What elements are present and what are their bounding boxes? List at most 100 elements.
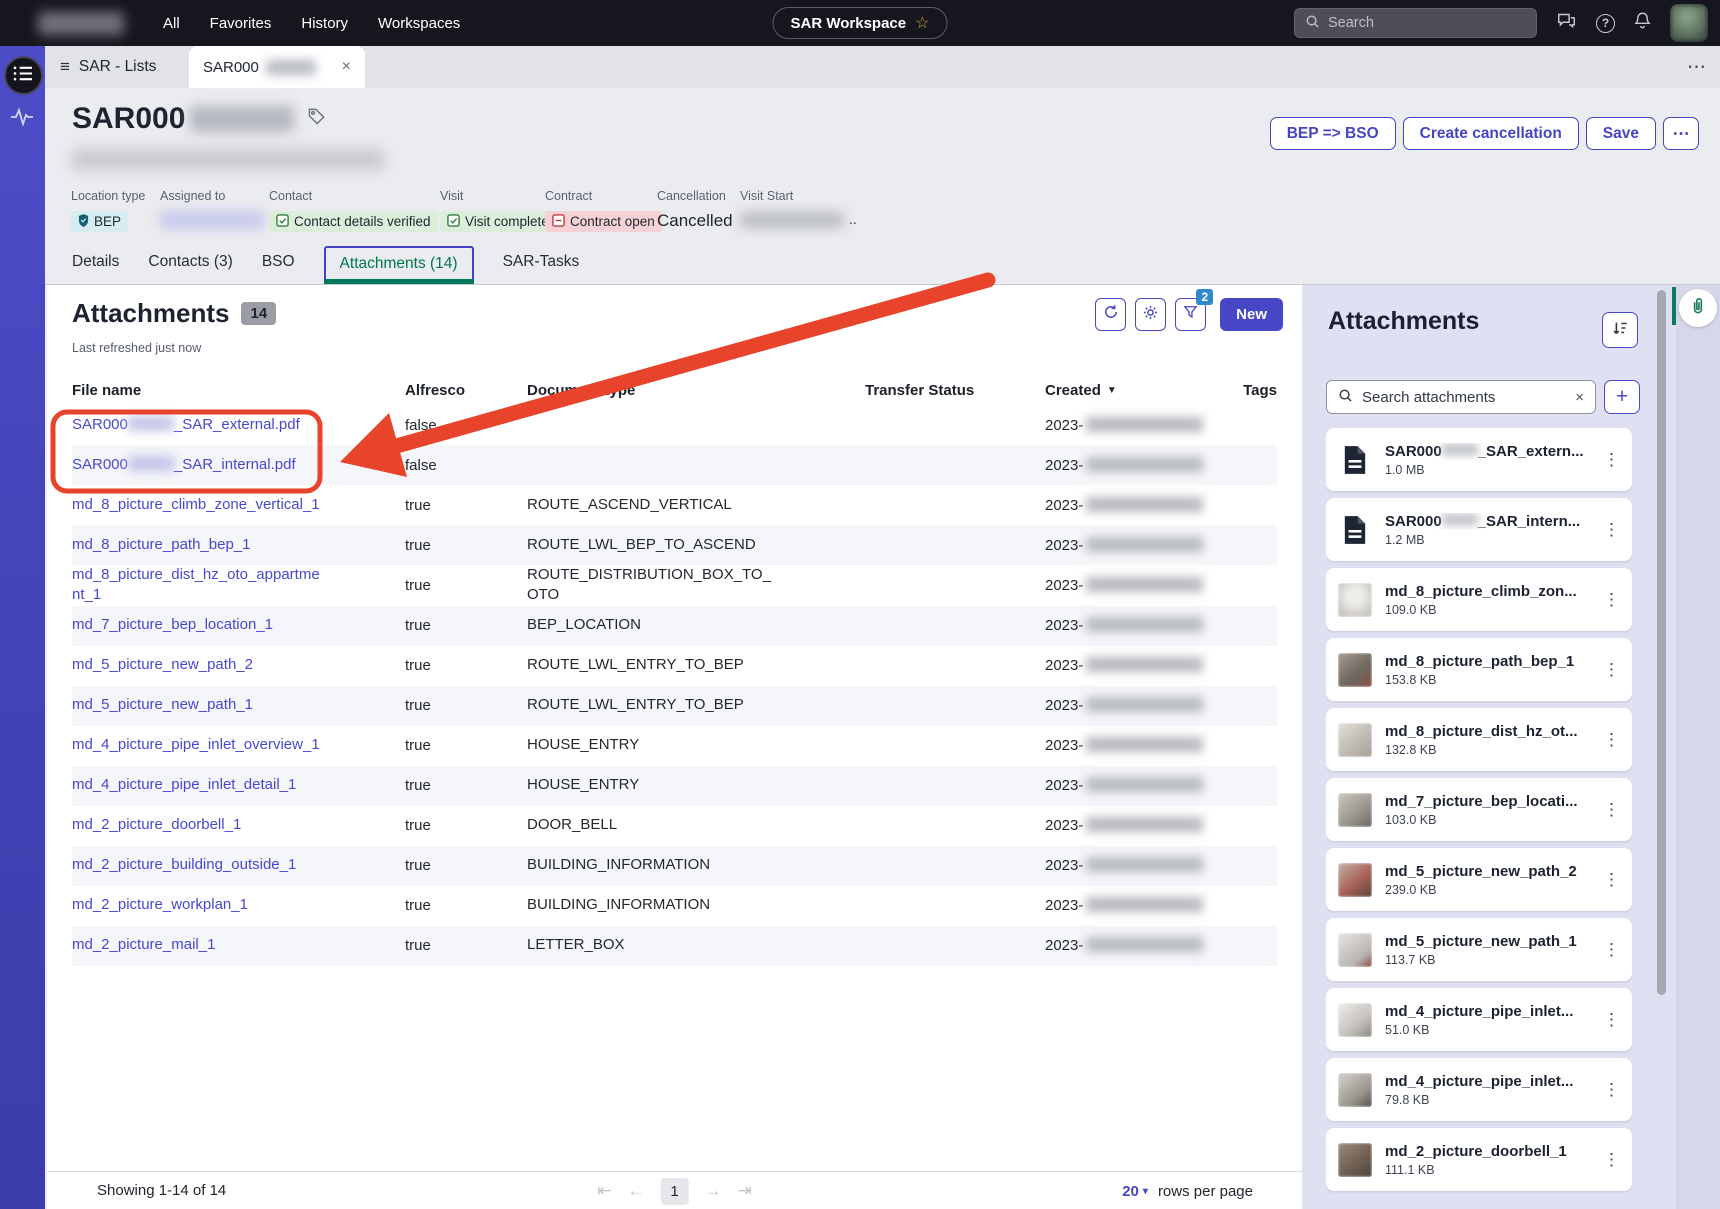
bep-bso-button[interactable]: BEP => BSO	[1270, 117, 1396, 150]
file-link[interactable]: md_5_picture_new_path_2	[72, 655, 253, 675]
last-page-icon[interactable]: ⇥	[738, 1181, 752, 1201]
created-redacted	[1086, 897, 1203, 912]
attachment-card[interactable]: md_8_picture_path_bep_1153.8 KB ⋮	[1326, 638, 1632, 701]
col-alfresco[interactable]: Alfresco	[405, 382, 527, 399]
attachment-card[interactable]: md_2_picture_doorbell_1111.1 KB ⋮	[1326, 1128, 1632, 1191]
kebab-menu-icon[interactable]: ⋮	[1603, 590, 1620, 610]
attachment-name: SAR000_SAR_extern...	[1385, 443, 1584, 460]
feedback-icon[interactable]	[1556, 11, 1577, 35]
nav-all[interactable]: All	[163, 15, 180, 32]
attachments-count-badge: 14	[241, 302, 276, 325]
file-link[interactable]: SAR000_SAR_internal.pdf	[72, 455, 296, 475]
prev-page-icon[interactable]: ←	[628, 1181, 645, 1201]
gear-icon	[1142, 304, 1159, 326]
tab-details[interactable]: Details	[72, 253, 119, 284]
attachment-card[interactable]: SAR000_SAR_extern...1.0 MB ⋮	[1326, 428, 1632, 491]
kebab-menu-icon[interactable]: ⋮	[1603, 1010, 1620, 1030]
kebab-menu-icon[interactable]: ⋮	[1603, 520, 1620, 540]
create-cancellation-button[interactable]: Create cancellation	[1403, 117, 1579, 150]
file-link[interactable]: md_4_picture_pipe_inlet_detail_1	[72, 775, 296, 795]
attachment-card[interactable]: md_8_picture_climb_zon...109.0 KB ⋮	[1326, 568, 1632, 631]
help-icon[interactable]: ?	[1596, 14, 1615, 33]
col-document-type[interactable]: Document type	[527, 382, 865, 399]
attachments-search-input[interactable]: Search attachments ×	[1326, 380, 1596, 414]
name-redacted	[1442, 513, 1478, 526]
current-page-button[interactable]: 1	[661, 1178, 689, 1205]
file-link[interactable]: md_8_picture_dist_hz_oto_appartment_1	[72, 565, 324, 606]
sort-attachments-button[interactable]	[1602, 312, 1638, 348]
meta-contract: Contract Contract open	[545, 189, 662, 232]
tab-contacts[interactable]: Contacts (3)	[148, 253, 232, 284]
alfresco-value: true	[405, 897, 527, 914]
attachment-card[interactable]: md_5_picture_new_path_2239.0 KB ⋮	[1326, 848, 1632, 911]
file-link[interactable]: md_7_picture_bep_location_1	[72, 615, 273, 635]
col-tags[interactable]: Tags	[1235, 382, 1277, 399]
file-link[interactable]: md_2_picture_building_outside_1	[72, 855, 296, 875]
kebab-menu-icon[interactable]: ⋮	[1603, 450, 1620, 470]
col-file-name[interactable]: File name	[72, 382, 405, 399]
kebab-menu-icon[interactable]: ⋮	[1603, 730, 1620, 750]
close-tab-icon[interactable]: ×	[342, 58, 351, 76]
contact-status-chip: Contact details verified	[269, 211, 438, 232]
main-menu-button[interactable]	[4, 56, 43, 95]
file-link[interactable]: md_2_picture_mail_1	[72, 935, 215, 955]
kebab-menu-icon[interactable]: ⋮	[1603, 800, 1620, 820]
more-actions-button[interactable]: ⋯	[1663, 117, 1699, 150]
attachment-card[interactable]: md_4_picture_pipe_inlet...79.8 KB ⋮	[1326, 1058, 1632, 1121]
attachment-card[interactable]: md_4_picture_pipe_inlet...51.0 KB ⋮	[1326, 988, 1632, 1051]
kebab-menu-icon[interactable]: ⋮	[1603, 940, 1620, 960]
file-link[interactable]: md_4_picture_pipe_inlet_overview_1	[72, 735, 320, 755]
kebab-menu-icon[interactable]: ⋮	[1603, 1080, 1620, 1100]
refresh-button[interactable]	[1095, 298, 1126, 331]
file-link[interactable]: md_5_picture_new_path_1	[72, 695, 253, 715]
next-page-icon[interactable]: →	[705, 1181, 722, 1201]
nav-history[interactable]: History	[301, 15, 348, 32]
user-avatar[interactable]	[1670, 4, 1708, 42]
file-link[interactable]: md_8_picture_climb_zone_vertical_1	[72, 495, 320, 515]
open-document-tab[interactable]: SAR000 ×	[189, 46, 365, 88]
workspace-pill[interactable]: SAR Workspace ☆	[773, 7, 948, 39]
col-transfer-status[interactable]: Transfer Status	[865, 382, 1045, 399]
save-button[interactable]: Save	[1586, 117, 1656, 150]
settings-button[interactable]	[1135, 298, 1166, 331]
add-attachment-button[interactable]: +	[1604, 380, 1640, 414]
attachment-card[interactable]: md_5_picture_new_path_1113.7 KB ⋮	[1326, 918, 1632, 981]
sar-lists-button[interactable]: ≡ SAR - Lists	[60, 46, 156, 88]
file-link[interactable]: md_2_picture_doorbell_1	[72, 815, 241, 835]
attachment-card[interactable]: SAR000_SAR_intern...1.2 MB ⋮	[1326, 498, 1632, 561]
tabstrip-more-icon[interactable]: ⋯	[1687, 46, 1706, 88]
attachments-rail-button[interactable]	[1679, 289, 1717, 327]
attachment-card[interactable]: md_8_picture_dist_hz_ot...132.8 KB ⋮	[1326, 708, 1632, 771]
attachment-name: md_8_picture_dist_hz_ot...	[1385, 723, 1578, 740]
nav-favorites[interactable]: Favorites	[210, 15, 272, 32]
created-value: 2023-	[1045, 897, 1235, 914]
col-created[interactable]: Created ▼	[1045, 382, 1235, 399]
kebab-menu-icon[interactable]: ⋮	[1603, 870, 1620, 890]
filter-button[interactable]: 2	[1175, 298, 1206, 331]
first-page-icon[interactable]: ⇤	[597, 1181, 611, 1201]
activity-pulse-icon[interactable]	[10, 106, 34, 133]
nav-workspaces[interactable]: Workspaces	[378, 15, 460, 32]
created-value: 2023-	[1045, 417, 1235, 434]
global-search-input[interactable]: Search	[1294, 8, 1537, 38]
tag-icon[interactable]	[307, 107, 326, 131]
clear-search-icon[interactable]: ×	[1575, 389, 1584, 406]
tab-sar-tasks[interactable]: SAR-Tasks	[503, 253, 580, 284]
rows-per-page-select[interactable]: 20 ▾	[1122, 1183, 1148, 1200]
image-thumbnail	[1338, 1143, 1372, 1177]
table-header: File name Alfresco Document type Transfe…	[72, 375, 1277, 405]
notifications-bell-icon[interactable]	[1634, 11, 1651, 35]
file-link[interactable]: md_8_picture_path_bep_1	[72, 535, 250, 555]
panel-scrollbar[interactable]	[1657, 290, 1666, 995]
new-attachment-button[interactable]: New	[1220, 298, 1283, 331]
file-link[interactable]: SAR000_SAR_external.pdf	[72, 415, 300, 435]
tab-bso[interactable]: BSO	[262, 253, 295, 284]
tab-attachments-active[interactable]: Attachments (14)	[324, 246, 474, 283]
attachment-card[interactable]: md_7_picture_bep_locati...103.0 KB ⋮	[1326, 778, 1632, 841]
favorite-star-icon[interactable]: ☆	[915, 13, 929, 33]
created-value: 2023-	[1045, 697, 1235, 714]
doctype-value: ROUTE_DISTRIBUTION_BOX_TO_OTO	[527, 565, 775, 606]
kebab-menu-icon[interactable]: ⋮	[1603, 1150, 1620, 1170]
kebab-menu-icon[interactable]: ⋮	[1603, 660, 1620, 680]
file-link[interactable]: md_2_picture_workplan_1	[72, 895, 248, 915]
